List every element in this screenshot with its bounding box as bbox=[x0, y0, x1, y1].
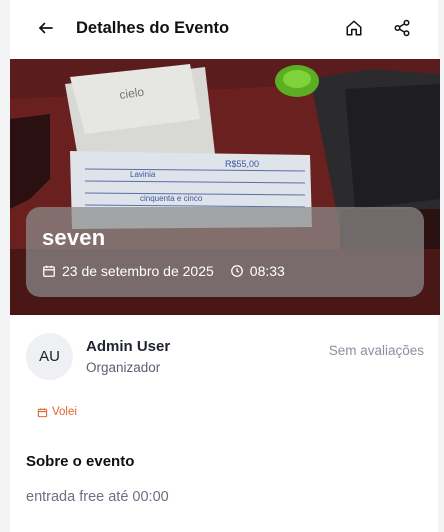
organizer-row[interactable]: AU Admin User Organizador Sem avaliações bbox=[26, 332, 424, 380]
about-description: entrada free até 00:00 bbox=[26, 489, 169, 505]
category-tag: Volei bbox=[37, 406, 77, 418]
organizer-rating: Sem avaliações bbox=[328, 342, 424, 358]
svg-text:R$55,00: R$55,00 bbox=[225, 159, 259, 169]
event-summary-card: seven 23 de setembro de 2025 08:33 bbox=[26, 207, 424, 297]
event-date: 23 de setembro de 2025 bbox=[42, 263, 214, 279]
organizer-avatar: AU bbox=[26, 332, 73, 380]
event-cover-image: cielo R$55,00 Lavinia cinquenta e cinco … bbox=[10, 59, 440, 315]
calendar-icon bbox=[37, 407, 48, 417]
home-icon bbox=[346, 20, 362, 36]
share-icon bbox=[394, 19, 410, 37]
share-button[interactable] bbox=[382, 8, 422, 48]
svg-text:cinquenta e cinco: cinquenta e cinco bbox=[140, 194, 203, 203]
clock-icon bbox=[230, 265, 243, 277]
about-section-title: Sobre o evento bbox=[26, 453, 135, 470]
category-label: Volei bbox=[52, 406, 77, 418]
home-button[interactable] bbox=[334, 8, 374, 48]
svg-text:Lavinia: Lavinia bbox=[130, 170, 156, 179]
organizer-role: Organizador bbox=[86, 359, 161, 375]
left-gutter bbox=[0, 0, 10, 532]
page-title: Detalhes do Evento bbox=[76, 18, 230, 37]
calendar-icon bbox=[43, 265, 55, 277]
top-app-bar: Detalhes do Evento bbox=[10, 0, 438, 56]
arrow-left-icon bbox=[39, 22, 53, 34]
organizer-name: Admin User bbox=[86, 337, 171, 355]
back-button[interactable] bbox=[26, 8, 66, 48]
event-time-text: 08:33 bbox=[249, 263, 285, 279]
event-time: 08:33 bbox=[230, 263, 285, 279]
event-details-screen: Detalhes do Evento cielo R$55,00 Lavinia… bbox=[0, 0, 444, 532]
event-date-text: 23 de setembro de 2025 bbox=[62, 263, 214, 279]
event-name: seven bbox=[42, 225, 106, 250]
